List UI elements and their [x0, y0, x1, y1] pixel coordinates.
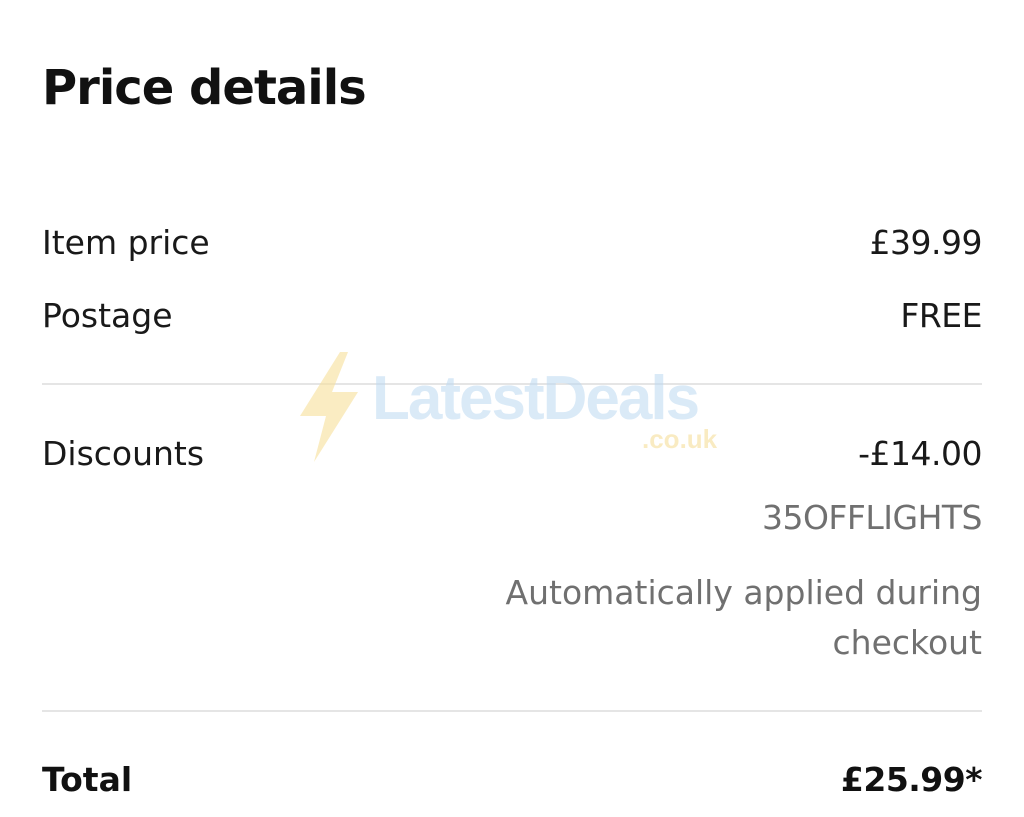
discounts-value: -£14.00 — [858, 434, 982, 473]
discounts-label: Discounts — [42, 434, 205, 473]
price-details-card: Price details Item price £39.99 Postage … — [0, 0, 1024, 817]
item-price-row: Item price £39.99 — [42, 221, 983, 265]
divider — [42, 383, 982, 385]
item-price-label: Item price — [42, 223, 210, 262]
postage-label: Postage — [42, 296, 173, 335]
watermark-text: LatestDeals — [372, 364, 700, 433]
total-label: Total — [42, 760, 133, 799]
page-title: Price details — [42, 60, 367, 116]
promo-code: 35OFFLIGHTS — [761, 498, 983, 537]
total-row: Total £25.99* — [42, 758, 983, 802]
postage-row: Postage FREE — [42, 294, 982, 338]
discounts-row: Discounts -£14.00 — [42, 432, 982, 476]
item-price-value: £39.99 — [869, 223, 983, 262]
divider — [42, 710, 982, 712]
postage-value: FREE — [900, 296, 982, 335]
promo-note: Automatically applied during checkout — [505, 573, 982, 662]
total-value: £25.99* — [840, 760, 983, 799]
